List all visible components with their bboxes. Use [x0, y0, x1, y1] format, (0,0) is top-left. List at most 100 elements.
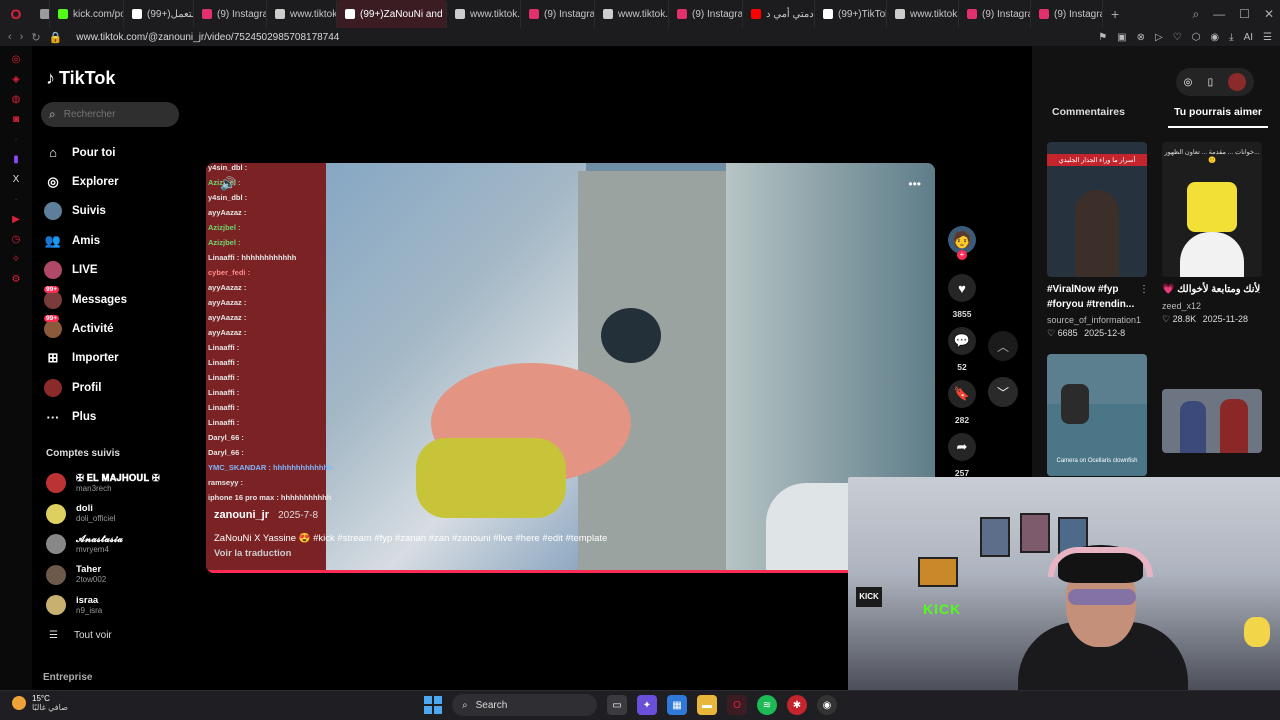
- task-view-icon[interactable]: ▭: [607, 695, 627, 715]
- spotify-icon[interactable]: ≋: [757, 695, 777, 715]
- start-button[interactable]: [424, 696, 442, 714]
- opera-logo-icon[interactable]: O: [0, 0, 32, 28]
- bookmark-icon[interactable]: ⚑: [1098, 32, 1107, 43]
- nav-item-importer[interactable]: ⊞ Importer: [44, 344, 127, 373]
- messenger-icon[interactable]: ◍: [10, 94, 22, 106]
- twitch-icon[interactable]: ▮: [10, 154, 22, 166]
- card-menu-1[interactable]: ⋮: [1139, 284, 1149, 295]
- card-author-1[interactable]: source_of_information1: [1047, 315, 1141, 325]
- like-button[interactable]: ♥: [948, 274, 976, 302]
- video-progress-bar[interactable]: [206, 570, 935, 573]
- more-options-icon[interactable]: •••: [908, 177, 921, 191]
- maximize-button[interactable]: ☐: [1239, 7, 1250, 21]
- instagram-icon[interactable]: ◙: [10, 114, 22, 126]
- followed-account[interactable]: israa n9_isra: [46, 590, 160, 621]
- play-icon[interactable]: ▷: [1155, 32, 1163, 43]
- nav-item-live[interactable]: LIVE: [44, 256, 127, 285]
- copilot-icon[interactable]: ✦: [637, 695, 657, 715]
- snapshot-icon[interactable]: ▣: [1117, 32, 1126, 43]
- x-icon[interactable]: X: [10, 174, 22, 186]
- search-tabs-icon[interactable]: ⌕: [1192, 7, 1199, 22]
- device-icon[interactable]: ▯: [1208, 77, 1214, 88]
- opera-taskbar-icon[interactable]: O: [727, 695, 747, 715]
- nav-item-profil[interactable]: Profil: [44, 373, 127, 402]
- forward-button[interactable]: ›: [20, 31, 24, 43]
- browser-tab[interactable]: www.tiktok.c: [887, 0, 959, 28]
- close-button[interactable]: ✕: [1264, 7, 1274, 21]
- browser-tab[interactable]: (99+)ZaNouNi and: [337, 0, 447, 28]
- browser-tab[interactable]: [32, 0, 50, 28]
- heart-icon[interactable]: ♡: [1173, 32, 1182, 43]
- creator-avatar[interactable]: 🧑 +: [948, 226, 976, 260]
- next-video-button[interactable]: ﹀: [988, 377, 1018, 407]
- followed-account[interactable]: Taher 2tow002: [46, 560, 160, 591]
- back-button[interactable]: ‹: [8, 31, 12, 43]
- followed-account[interactable]: doli doli_officiel: [46, 499, 160, 530]
- browser-tab[interactable]: (9) Instagram: [521, 0, 595, 28]
- recommended-thumb-1[interactable]: أسرار ما وراء الجدار الجليدي: [1047, 142, 1147, 277]
- nav-item-plus[interactable]: ··· Plus: [44, 403, 127, 432]
- taskbar-search[interactable]: ⌕ Search: [452, 694, 597, 716]
- minimize-button[interactable]: —: [1213, 7, 1225, 21]
- extensions-icon[interactable]: ✧: [10, 254, 22, 266]
- video-player[interactable]: y4sin_dbl : Azizjbel : y4sin_dbl : ayyAazaz…: [206, 163, 935, 573]
- video-author[interactable]: zanouni_jr 2025-7-8: [214, 509, 318, 521]
- save-button[interactable]: 🔖: [948, 380, 976, 408]
- tab-comments[interactable]: Commentaires: [1046, 102, 1131, 128]
- download-icon[interactable]: ⤓: [1229, 32, 1233, 43]
- compass-icon[interactable]: ◎: [1184, 77, 1193, 88]
- browser-tab[interactable]: (99+)TikTok: [815, 0, 887, 28]
- player-icon[interactable]: ▶: [10, 214, 22, 226]
- translate-link[interactable]: Voir la traduction: [214, 548, 291, 559]
- browser-tab[interactable]: دمتي أمي د...: [743, 0, 815, 28]
- adblock-icon[interactable]: ⊗: [1137, 32, 1145, 43]
- browser-tab[interactable]: (9) Instagram: [669, 0, 743, 28]
- menu-icon[interactable]: ☰: [1263, 32, 1272, 43]
- settings-icon[interactable]: ⚙: [10, 274, 22, 286]
- comment-button[interactable]: 💬: [948, 327, 976, 355]
- weather-widget[interactable]: 15°C صافي غالبًا: [12, 694, 68, 712]
- card-title-2[interactable]: لأنك ومتابعة لأخوالك 💗: [1162, 282, 1262, 297]
- follow-plus-icon[interactable]: +: [957, 250, 967, 260]
- browser-tab[interactable]: www.tiktok.c: [267, 0, 337, 28]
- recommended-thumb-4[interactable]: [1162, 389, 1262, 453]
- nav-item-explorer[interactable]: ◎ Explorer: [44, 167, 127, 196]
- nav-item-messages[interactable]: 99+ Messages: [44, 285, 127, 314]
- previous-video-button[interactable]: ︿: [988, 331, 1018, 361]
- browser-tab[interactable]: (9) Instagram: [959, 0, 1031, 28]
- app-icon[interactable]: ✱: [787, 695, 807, 715]
- search-box[interactable]: ⌕: [41, 102, 179, 127]
- file-explorer-icon[interactable]: ▬: [697, 695, 717, 715]
- obs-icon[interactable]: ◉: [817, 695, 837, 715]
- nav-item-pour-toi[interactable]: ⌂ Pour toi: [44, 138, 127, 167]
- share-button[interactable]: ➦: [948, 433, 976, 461]
- browser-tab[interactable]: kick.com/po: [50, 0, 124, 28]
- nav-item-amis[interactable]: 👥 Amis: [44, 226, 127, 255]
- nav-item-suivis[interactable]: Suivis: [44, 197, 127, 226]
- reload-button[interactable]: ↻: [31, 31, 40, 44]
- aria-icon[interactable]: ◎: [10, 54, 22, 66]
- user-avatar[interactable]: [1228, 73, 1247, 91]
- entreprise-link[interactable]: Entreprise: [43, 672, 92, 683]
- recommended-thumb-3[interactable]: Camera on Ocellaris clownfish: [1047, 354, 1147, 476]
- followed-account[interactable]: ✠ 𝐄𝐋 𝐌𝐀𝐉𝐇𝐎𝐔𝐋 ✠ man3rech: [46, 468, 160, 499]
- cube-icon[interactable]: ⬡: [1192, 32, 1201, 43]
- search-input[interactable]: [61, 108, 162, 121]
- history-icon[interactable]: ◷: [10, 234, 22, 246]
- new-tab-button[interactable]: +: [1103, 6, 1127, 22]
- store-icon[interactable]: ▦: [667, 695, 687, 715]
- url-field[interactable]: www.tiktok.com/@zanouni_jr/video/7524502…: [76, 32, 339, 43]
- account-icon[interactable]: ◉: [1210, 32, 1219, 43]
- browser-tab[interactable]: (99+)شتعمل: [124, 0, 194, 28]
- browser-tab[interactable]: www.tiktok.c: [595, 0, 669, 28]
- ai-button[interactable]: AI: [1244, 32, 1253, 43]
- tab-you-may-like[interactable]: Tu pourrais aimer: [1168, 102, 1268, 128]
- browser-tab[interactable]: (9) Instagram: [194, 0, 267, 28]
- browser-tab[interactable]: (9) Instagram: [1031, 0, 1103, 28]
- nav-item-activit-[interactable]: 99+ Activité: [44, 314, 127, 343]
- card-menu-2[interactable]: ⋮: [1254, 284, 1264, 295]
- see-all-link[interactable]: ☰ Tout voir: [49, 630, 112, 641]
- browser-tab[interactable]: www.tiktok.c: [447, 0, 521, 28]
- recommended-thumb-2[interactable]: خوانات ... مقدمة ... تعاون الظهور... 🙂: [1162, 142, 1262, 277]
- volume-icon[interactable]: 🔊: [220, 176, 236, 192]
